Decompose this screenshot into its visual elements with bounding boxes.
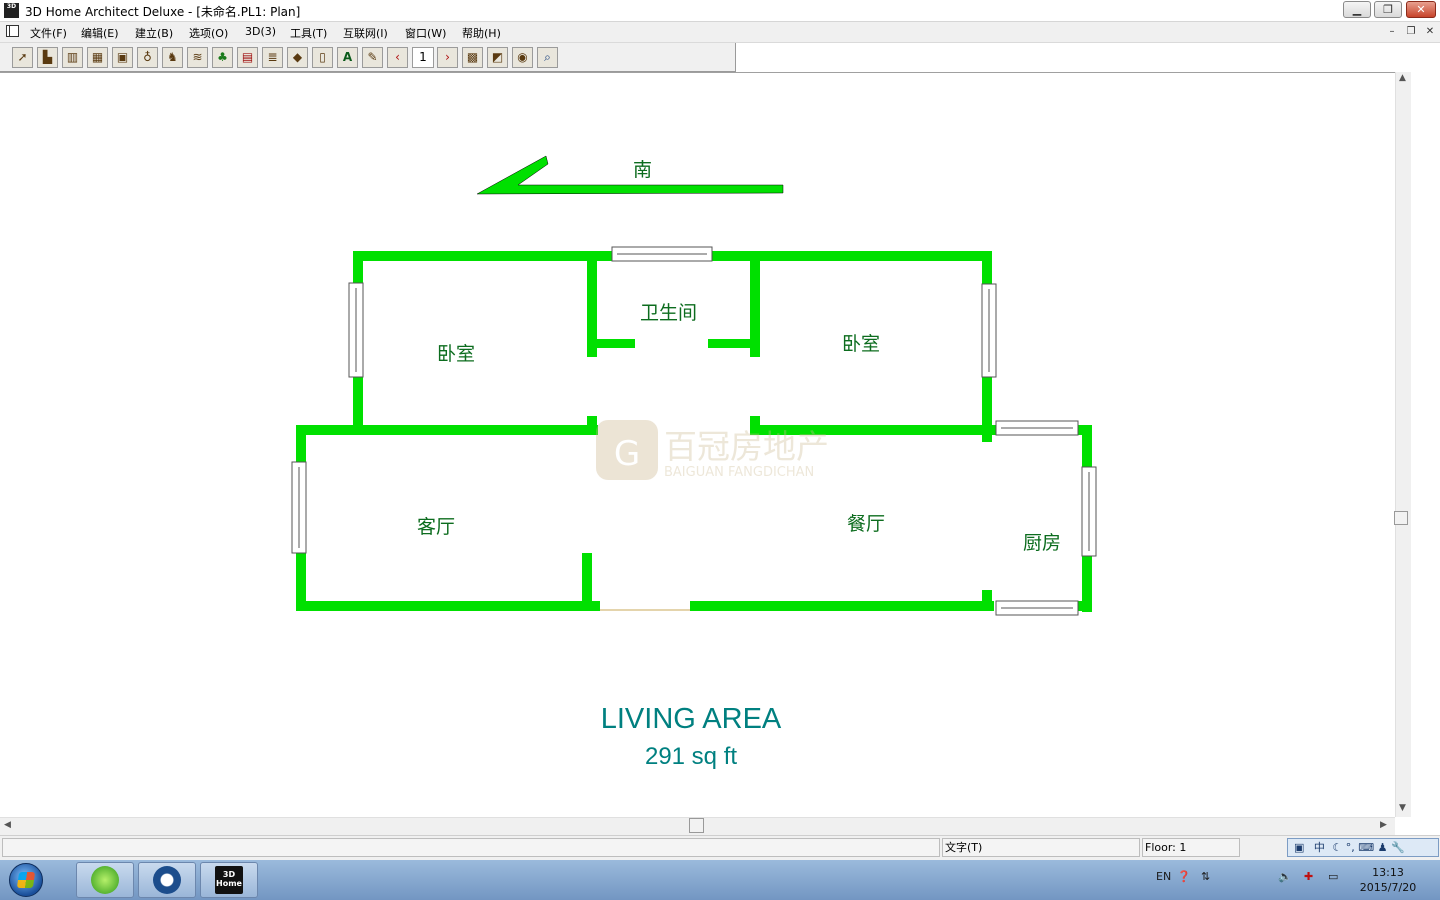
ime-toolbar[interactable]: ▣ 中 ☾ °, ⌨ ♟ 🔧 [1287, 838, 1439, 857]
taskbar-app2-button[interactable] [138, 862, 196, 898]
mdi-close-button[interactable]: ✕ [1422, 25, 1438, 39]
vertical-scroll-thumb[interactable] [1394, 511, 1408, 525]
room-bedroom-left: 卧室 [437, 343, 476, 365]
ime-lang[interactable]: 中 [1314, 841, 1325, 854]
scroll-up-icon[interactable]: ▲ [1399, 73, 1406, 83]
scroll-down-icon[interactable]: ▼ [1399, 803, 1406, 813]
living-area-value: 291 sq ft [644, 743, 738, 770]
room-bedroom-right: 卧室 [842, 333, 881, 355]
scroll-right-icon[interactable]: ▶ [1380, 820, 1387, 830]
network-icon[interactable]: ▭ [1328, 870, 1338, 883]
clock-time: 13:13 [1372, 866, 1404, 879]
ime-mode-icon[interactable]: ▣ [1294, 841, 1304, 854]
tray-expand-icon[interactable]: ⇅ [1201, 870, 1210, 883]
status-message-pane [2, 838, 940, 857]
watermark-cn: 百冠房地产 [664, 427, 829, 466]
volume-icon[interactable]: 🔈 [1278, 870, 1292, 883]
compass-label: 南 [633, 159, 653, 181]
svg-text:G: G [614, 434, 640, 474]
vertical-scrollbar[interactable]: ▲ ▼ [1395, 72, 1411, 817]
browser-icon [91, 866, 119, 894]
floor-plan: G 百冠房地产 BAIGUAN FANGDICHAN [291, 155, 1097, 616]
watermark: G 百冠房地产 BAIGUAN FANGDICHAN [596, 420, 829, 480]
status-floor: Floor: 1 [1142, 838, 1240, 857]
ime-options-icon[interactable]: ☾ °, ⌨ ♟ 🔧 [1332, 841, 1404, 854]
taskbar-3dhome-button[interactable]: 3D Home [200, 862, 258, 898]
start-button[interactable] [9, 863, 43, 897]
horizontal-scroll-thumb[interactable] [689, 818, 704, 833]
room-dining: 餐厅 [847, 513, 886, 535]
living-area-title: LIVING AREA [600, 703, 782, 735]
app2-icon [153, 866, 181, 894]
close-button[interactable]: ✕ [1406, 1, 1436, 18]
mdi-restore-button[interactable]: ❐ [1403, 25, 1419, 39]
taskbar-browser-button[interactable] [76, 862, 134, 898]
status-mode: 文字(T) [942, 838, 1140, 857]
room-living: 客厅 [417, 516, 456, 538]
windows-logo-icon [16, 872, 36, 888]
room-bathroom: 卫生间 [640, 302, 698, 324]
clock[interactable]: 13:13 2015/7/20 [1358, 865, 1418, 895]
security-icon[interactable]: ✚ [1304, 870, 1313, 883]
help-icon[interactable]: ❓ [1177, 870, 1191, 883]
3dhome-icon: 3D Home [215, 866, 243, 894]
scroll-left-icon[interactable]: ◀ [4, 820, 11, 830]
tray-lang[interactable]: EN [1156, 870, 1171, 883]
watermark-en: BAIGUAN FANGDICHAN [664, 465, 814, 480]
compass-arrow [476, 155, 784, 195]
clock-date: 2015/7/20 [1359, 881, 1417, 894]
room-kitchen: 厨房 [1023, 532, 1062, 554]
